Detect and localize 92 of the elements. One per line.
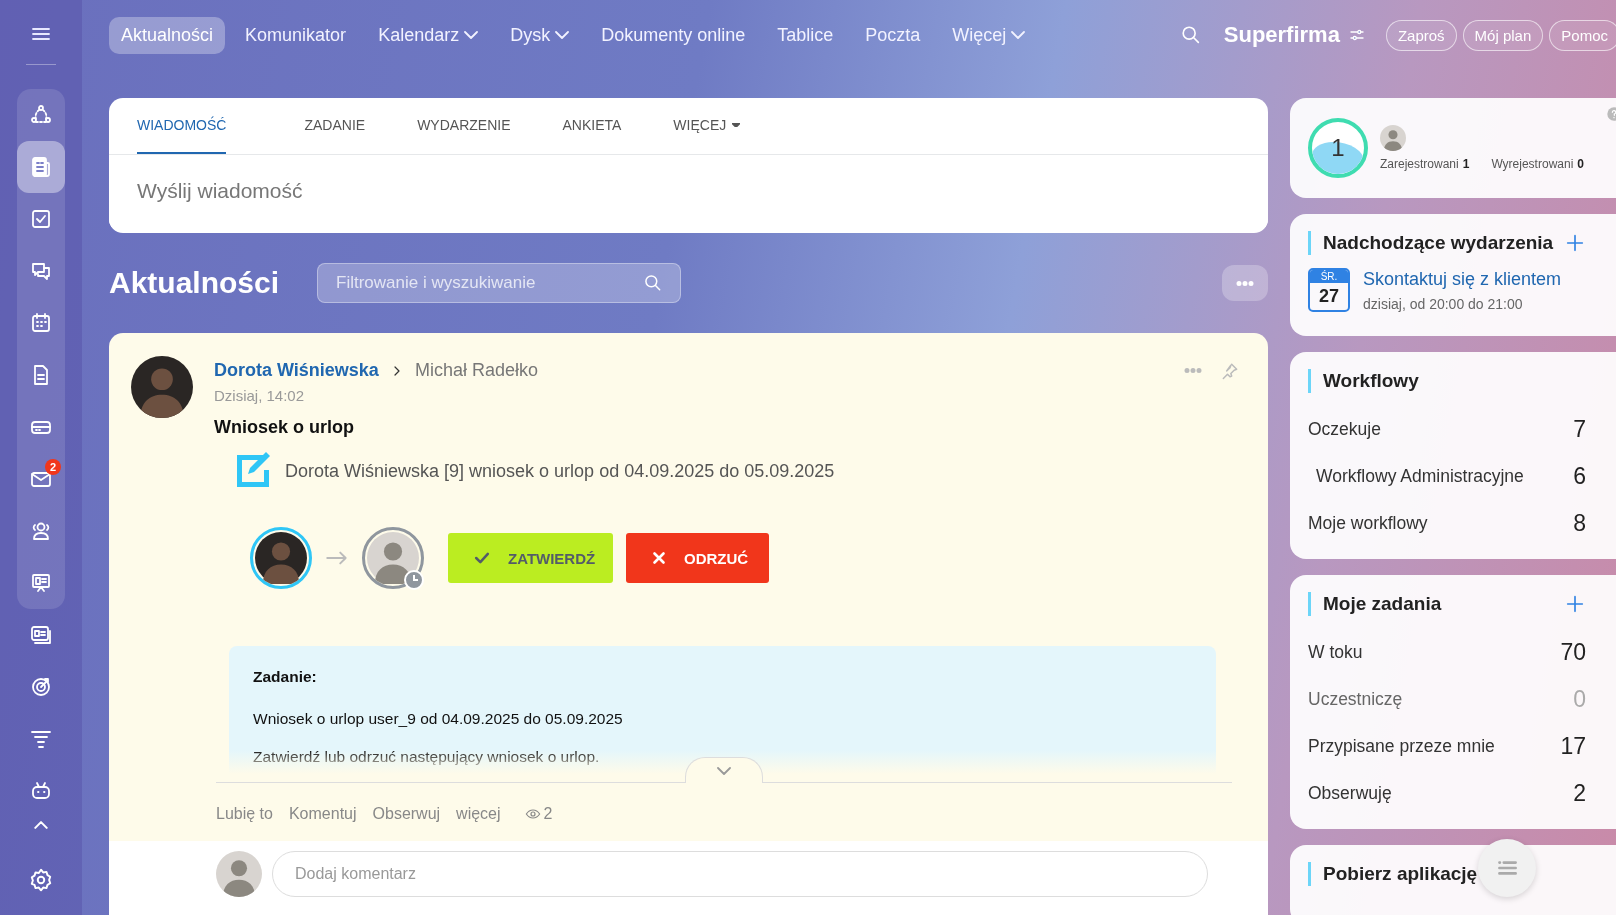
composer-tab[interactable]: ZADANIE bbox=[278, 98, 392, 154]
task-text: Wniosek o urlop user_9 od 04.09.2025 do 05.09.2025 bbox=[253, 710, 624, 728]
page-title: Aktualności bbox=[109, 266, 280, 300]
composer-tab[interactable]: WIĘCEJ bbox=[647, 98, 767, 154]
plus-icon bbox=[1564, 593, 1586, 615]
header-button[interactable]: Zaproś bbox=[1385, 19, 1457, 51]
row-count: 7 bbox=[1573, 416, 1586, 443]
nav-tab[interactable]: Poczta bbox=[853, 16, 933, 54]
calendar-icon bbox=[29, 311, 53, 335]
accent-bar bbox=[1308, 592, 1311, 616]
nav-tab[interactable]: Tablice bbox=[765, 16, 846, 54]
plus-icon bbox=[1564, 232, 1586, 254]
sidebar-item[interactable]: 2 bbox=[17, 453, 65, 505]
row-label[interactable]: Przypisane przeze mnie bbox=[1308, 736, 1495, 757]
card-title: Pobierz aplikację bbox=[1323, 863, 1478, 885]
presentation-icon bbox=[29, 571, 53, 595]
approve-button[interactable]: ZATWIERDŹ bbox=[448, 533, 613, 583]
registered-stat: Zarejestrowani 1 bbox=[1380, 157, 1470, 171]
search-icon bbox=[1179, 24, 1202, 46]
header-button[interactable]: Mój plan bbox=[1462, 19, 1544, 51]
message-input[interactable]: Wyślij wiadomość bbox=[137, 177, 737, 205]
row-label[interactable]: W toku bbox=[1308, 642, 1363, 663]
row-count: 17 bbox=[1560, 733, 1586, 760]
accent-bar bbox=[1308, 369, 1311, 393]
contact-card-icon bbox=[29, 623, 53, 647]
card-title: Workflowy bbox=[1323, 370, 1419, 392]
post-time: Dzisiaj, 14:02 bbox=[214, 387, 306, 404]
views-count: 2 bbox=[524, 805, 553, 823]
composer-tab[interactable]: WYDARZENIE bbox=[391, 98, 537, 154]
dots-icon bbox=[1184, 368, 1202, 373]
sidebar-item[interactable] bbox=[17, 141, 65, 193]
author-link[interactable]: Dorota Wiśniewska bbox=[214, 360, 379, 381]
unregistered-stat: Wyrejestrowani 0 bbox=[1491, 157, 1584, 171]
row-count: 8 bbox=[1573, 510, 1586, 537]
row-count: 70 bbox=[1560, 639, 1586, 666]
card-title: Moje zadania bbox=[1323, 593, 1442, 615]
clock-icon bbox=[404, 570, 424, 590]
more-button[interactable] bbox=[1222, 265, 1268, 301]
nav-tab[interactable]: Aktualności bbox=[109, 16, 226, 54]
message-field[interactable]: Wyślij wiadomość bbox=[109, 154, 1268, 227]
attendance-counter: 1 bbox=[1308, 118, 1368, 178]
user-avatar bbox=[1380, 125, 1406, 151]
close-icon bbox=[650, 549, 668, 567]
composer-tab[interactable]: ANKIETA bbox=[536, 98, 648, 154]
filter-field[interactable]: Filtrowanie i wyszukiwanie bbox=[317, 263, 682, 303]
post-action-link[interactable]: Obserwuj bbox=[372, 805, 441, 823]
nav-tab[interactable]: Dokumenty online bbox=[589, 16, 758, 54]
settings-icon bbox=[28, 867, 54, 893]
row-count: 2 bbox=[1573, 780, 1586, 807]
search-button[interactable] bbox=[1179, 24, 1202, 46]
calendar-date: ŚR. 27 bbox=[1308, 268, 1350, 312]
chevron-down-icon bbox=[717, 766, 731, 775]
row-label[interactable]: Workflowy Administracyjne bbox=[1316, 466, 1524, 487]
newspaper-icon bbox=[29, 155, 53, 179]
card-title: Nadchodzące wydarzenia bbox=[1323, 232, 1554, 254]
row-count: 0 bbox=[1573, 686, 1586, 713]
eye-icon bbox=[524, 806, 541, 822]
post-title: Wniosek o urlop bbox=[214, 417, 355, 438]
reject-button[interactable]: ODRZUĆ bbox=[626, 533, 769, 583]
post-action-link[interactable]: więcej bbox=[456, 805, 501, 823]
row-label[interactable]: Obserwuję bbox=[1308, 783, 1392, 804]
target-icon bbox=[29, 675, 53, 699]
event-link[interactable]: Skontaktuj się z klientem bbox=[1363, 268, 1562, 290]
row-label[interactable]: Uczestniczę bbox=[1308, 689, 1403, 710]
nav-tab[interactable]: Komunikator bbox=[233, 16, 359, 54]
workflow-text: Dorota Wiśniewska [9] wniosek o urlop od 04.09.2025 do 05.09.2025 bbox=[285, 460, 835, 482]
user-avatar bbox=[216, 851, 262, 897]
checkbox-icon bbox=[29, 207, 53, 231]
post-action-link[interactable]: Komentuj bbox=[288, 805, 357, 823]
dots-icon bbox=[1236, 280, 1254, 286]
comment-field[interactable]: Dodaj komentarz bbox=[272, 851, 1208, 897]
notification-badge: 2 bbox=[45, 459, 61, 475]
task-heading: Zadanie: bbox=[253, 668, 318, 686]
add-button[interactable] bbox=[1564, 593, 1586, 615]
company-name[interactable]: Superfirma bbox=[1223, 22, 1340, 48]
row-label[interactable]: Oczekuje bbox=[1308, 419, 1381, 440]
accent-bar bbox=[1308, 862, 1311, 886]
recipient-link[interactable]: Michał Radełko bbox=[414, 360, 538, 381]
task-text: Zatwierdź lub odrzuć następujący wniosek o urlop. bbox=[253, 748, 601, 766]
post-action-link[interactable]: Lubię to bbox=[216, 805, 273, 823]
event-time: dzisiaj, od 20:00 do 21:00 bbox=[1363, 295, 1524, 312]
row-count: 6 bbox=[1573, 463, 1586, 490]
chevron-up-icon bbox=[34, 821, 48, 829]
add-button[interactable] bbox=[1564, 232, 1586, 254]
settings-button[interactable] bbox=[28, 867, 54, 893]
nav-tab[interactable]: Dysk bbox=[498, 16, 582, 54]
accent-bar bbox=[1308, 231, 1311, 255]
nav-tab[interactable]: Więcej bbox=[940, 16, 1038, 54]
edit-form-icon bbox=[234, 452, 272, 490]
header-button[interactable]: Pomoc bbox=[1549, 19, 1616, 51]
row-label[interactable]: Moje workflowy bbox=[1308, 513, 1428, 534]
nav-tab[interactable]: Kalendarz bbox=[366, 16, 491, 54]
